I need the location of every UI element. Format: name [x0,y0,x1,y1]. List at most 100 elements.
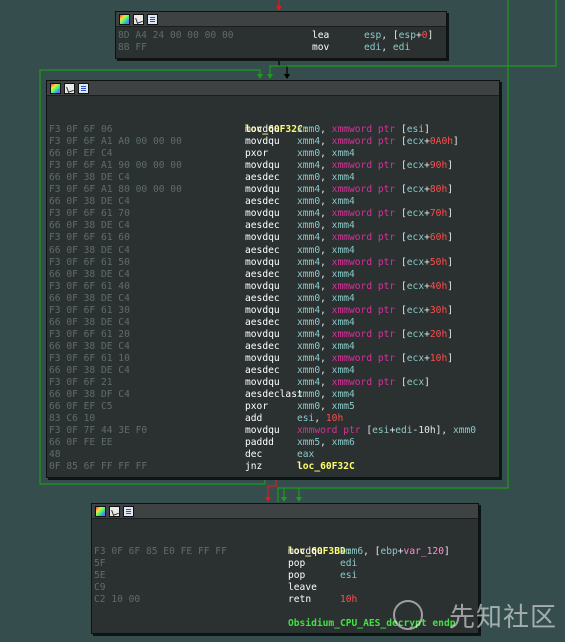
code-line[interactable]: 66 0F EF C4 pxor xmm0, xmm4 [47,148,499,160]
mnemonic: retn [288,594,312,606]
code-line[interactable]: 66 0F 38 DE C4 aesdec xmm0, xmm4 [47,317,499,329]
code-line[interactable]: 5F pop edi [92,558,478,570]
code-line[interactable]: 66 0F 38 DE C4 aesdec xmm0, xmm4 [47,365,499,377]
graph-overview-icon[interactable] [133,13,144,25]
code-line[interactable]: F3 0F 6F A1 80 00 00 00 movdqu xmm4, xmmwo… [47,184,499,196]
code-line[interactable]: 5E pop esi [92,570,478,582]
operand-token: ] [447,256,453,268]
graph-overview-icon[interactable] [64,82,75,94]
color-palette-icon[interactable] [95,505,106,517]
operand-token: 10h [429,352,448,364]
node-body: loc_60F32C: F3 0F 6F 06 movdqu xmm0, xmmwo… [47,96,499,473]
mnemonic: aesdec [245,196,280,208]
operand-token: ebp [380,546,398,558]
code-line[interactable]: 8B FF mov edi, edi [116,42,446,54]
mnemonic: pop [288,558,306,570]
code-line[interactable]: F3 0F 6F 61 50 movdqu xmm4, xmmword ptr [e… [47,257,499,269]
operand-token: 90h [429,160,448,172]
text-view-icon[interactable] [123,505,134,517]
operand-token: [ [395,208,407,220]
operands: xmm4, xmmword ptr [ecx+70h] [297,208,453,220]
text-view-icon[interactable] [147,13,158,25]
code-line[interactable]: F3 0F 7F 44 3E F0 movdqu xmmword ptr [esi+… [47,425,499,437]
code-line[interactable]: 48 dec eax [47,449,499,461]
code-line[interactable]: F3 0F 6F 61 20 movdqu xmm4, xmmword ptr [e… [47,329,499,341]
watermark-text: 先知社区 [448,603,557,633]
opcode-bytes: 66 0F FE EE [49,437,113,449]
code-line[interactable]: F3 0F 6F 85 E0 FE FF FF movdqu xmm6, [ebp+… [92,546,478,558]
operand-token: 10h [325,413,344,425]
opcode-bytes: F3 0F 7F 44 3E F0 [49,425,148,437]
text-view-icon[interactable] [78,82,89,94]
code-line[interactable]: 66 0F EF C5 pxor xmm0, xmm5 [47,401,499,413]
operand-token: xmm4 [297,208,321,220]
operand-token: , [320,401,332,413]
code-line[interactable]: 66 0F 38 DE C4 aesdec xmm0, xmm4 [47,245,499,257]
opcode-bytes: F3 0F 6F A1 A0 00 00 00 [49,136,182,148]
operand-token: [ [360,425,373,437]
operand-token: ecx [406,328,425,340]
mnemonic: aesdec [245,220,280,232]
graph-node-top[interactable]: 8D A4 24 00 00 00 00 lea esp, [esp+0] 8B FF… [115,11,447,59]
operand-token: xmm0 [297,292,321,304]
code-line[interactable]: F3 0F 6F 61 10 movdqu xmm4, xmmword ptr [e… [47,353,499,365]
code-line[interactable]: F3 0F 6F 61 60 movdqu xmm4, xmmword ptr [e… [47,232,499,244]
code-line[interactable]: 66 0F 38 DF C4 aesdeclast xmm0, xmm4 [47,389,499,401]
graph-overview-icon[interactable] [109,505,120,517]
operands: xmm4, xmmword ptr [ecx+10h] [297,353,453,365]
mnemonic: movdqu [245,184,280,196]
code-line[interactable]: F3 0F 6F 61 30 movdqu xmm4, xmmword ptr [e… [47,305,499,317]
operand-token: 10h [340,594,358,606]
code-line[interactable]: 66 0F 38 DE C4 aesdec xmm0, xmm4 [47,220,499,232]
operand-token: , [320,172,332,184]
opcode-bytes: C2 10 00 [94,594,141,606]
code-line[interactable]: F3 0F 6F A1 A0 00 00 00 movdqu xmm4, xmmwo… [47,136,499,148]
operand-token: edi [395,425,413,437]
operand-token[interactable]: loc_60F32C [297,461,355,472]
code-line[interactable]: F3 0F 6F 06 movdqu xmm0, xmmword ptr [esi] [47,124,499,136]
code-line[interactable]: F3 0F 6F 61 70 movdqu xmm4, xmmword ptr [e… [47,208,499,220]
graph-node-loop[interactable]: loc_60F32C: F3 0F 6F 06 movdqu xmm0, xmmwo… [46,80,500,478]
operands: xmm4, xmmword ptr [ecx+20h] [297,329,453,341]
color-palette-icon[interactable] [50,82,61,94]
operand-token: , [320,437,332,449]
code-line[interactable]: 66 0F 38 DE C4 aesdec xmm0, xmm4 [47,196,499,208]
operand-token: ] [447,160,453,172]
opcode-bytes: F3 0F 6F 61 30 [49,304,130,316]
code-line[interactable]: C2 10 00 retn 10h [92,594,478,606]
operands: xmm0, xmm4 [297,220,355,232]
operand-token: 20h [429,328,448,340]
operand-token: xmm0 [297,220,321,232]
opcode-bytes: 66 0F 38 DF C4 [49,389,130,401]
operand-token: xmm4 [331,268,355,280]
operand-token: ecx [406,160,425,172]
operand-token: ecx [406,377,425,389]
code-line[interactable]: 66 0F 38 DE C4 aesdec xmm0, xmm4 [47,269,499,281]
operand-token: xmm0 [452,425,477,437]
code-line[interactable]: 66 0F 38 DE C4 aesdec xmm0, xmm4 [47,172,499,184]
code-line[interactable]: 0F 85 6F FF FF FF jnz loc_60F32C [47,461,499,473]
code-line[interactable]: F3 0F 6F 21 movdqu xmm4, xmmword ptr [ecx] [47,377,499,389]
operand-token: xmm4 [297,136,321,148]
code-line[interactable]: 66 0F FE EE paddd xmm5, xmm6 [47,437,499,449]
operand-token: [ [395,256,407,268]
code-line[interactable]: C9 leave [92,582,478,594]
code-line[interactable]: 66 0F 38 DE C4 aesdec xmm0, xmm4 [47,293,499,305]
operand-token: esp [364,30,382,41]
code-line[interactable]: 83 C6 10 add esi, 10h [47,413,499,425]
operands: xmm0, xmm4 [297,365,355,377]
code-line[interactable]: F3 0F 6F 61 40 movdqu xmm4, xmmword ptr [e… [47,281,499,293]
code-line[interactable]: F3 0F 6F A1 90 00 00 00 movdqu xmm4, xmmwo… [47,160,499,172]
operand-token: ] [447,328,453,340]
color-palette-icon[interactable] [119,13,130,25]
operand-token: xmmword ptr [331,124,396,136]
code-line[interactable]: 66 0F 38 DE C4 aesdec xmm0, xmm4 [47,341,499,353]
opcode-bytes: F3 0F 6F A1 80 00 00 00 [49,184,182,196]
opcode-bytes: F3 0F 6F 06 [49,124,113,136]
operand-token: [ [395,328,407,340]
mnemonic: movdqu [245,425,280,437]
opcode-bytes: 5F [94,558,106,570]
code-line[interactable]: 8D A4 24 00 00 00 00 lea esp, [esp+0] [116,30,446,42]
operand-token: xmm4 [331,364,355,376]
operand-token: xmm4 [331,389,355,401]
